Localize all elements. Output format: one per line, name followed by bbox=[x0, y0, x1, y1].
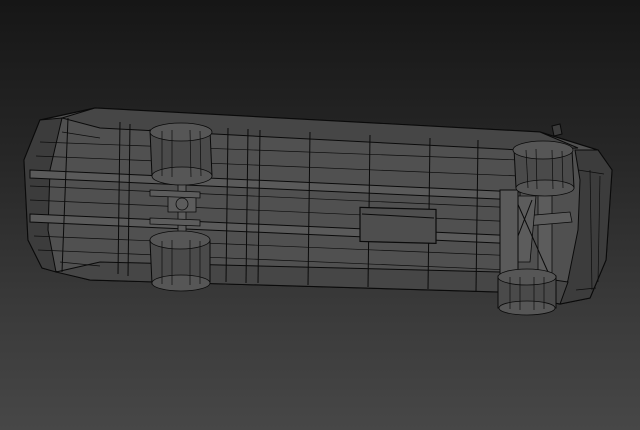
rear-wheel-lower bbox=[149, 230, 211, 292]
3d-viewport[interactable] bbox=[0, 0, 640, 430]
rear-wheel-upper bbox=[149, 122, 213, 186]
wireframe-van-model bbox=[23, 107, 613, 316]
side-mirror bbox=[551, 123, 563, 137]
front-wheel-upper bbox=[512, 140, 575, 197]
front-wheel-lower bbox=[497, 268, 557, 316]
center-plate bbox=[359, 206, 437, 245]
